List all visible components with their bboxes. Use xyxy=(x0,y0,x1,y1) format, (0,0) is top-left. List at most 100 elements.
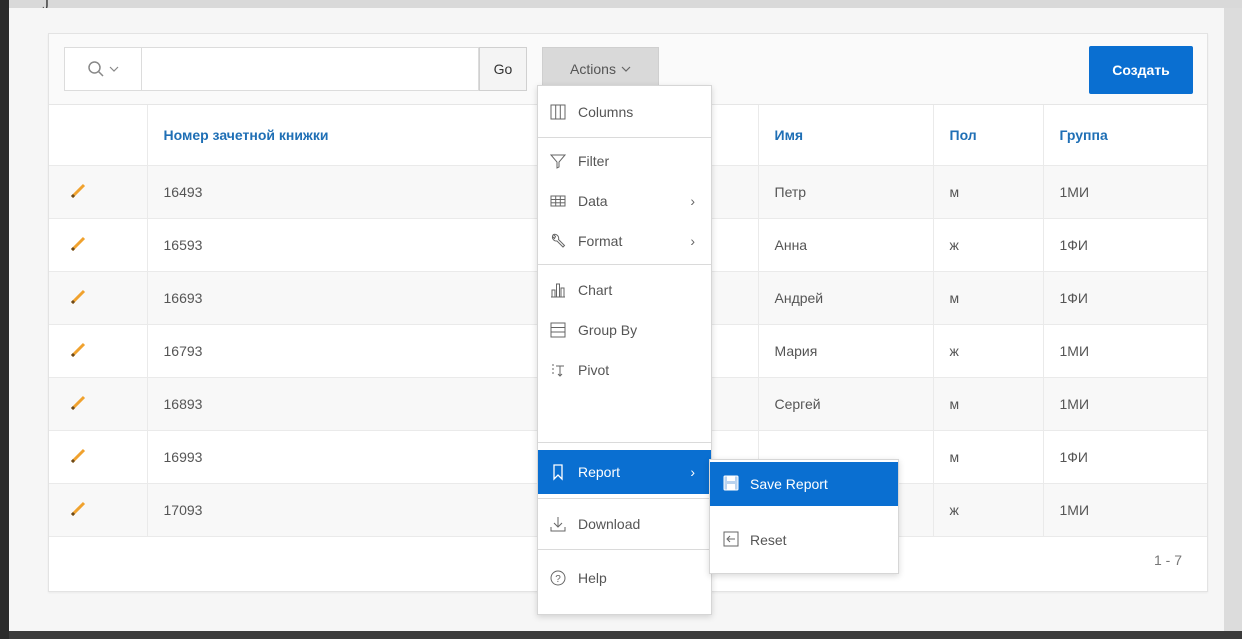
name-cell: Андрей xyxy=(758,271,934,325)
group-cell: 1ФИ xyxy=(1043,218,1207,272)
menu-item-data[interactable]: Data › xyxy=(538,181,711,221)
search-column-selector[interactable] xyxy=(64,47,142,91)
bookmark-icon xyxy=(548,462,568,482)
menu-item-download[interactable]: Download xyxy=(538,504,711,544)
column-header-name[interactable]: Имя xyxy=(758,105,934,166)
group-by-icon xyxy=(548,320,568,340)
go-button[interactable]: Go xyxy=(479,47,527,91)
record-book-cell: 16693 xyxy=(147,271,548,325)
name-cell: Мария xyxy=(758,324,934,378)
submenu-item-label: Save Report xyxy=(750,476,828,492)
menu-item-format[interactable]: Format › xyxy=(538,221,711,261)
menu-divider xyxy=(538,137,711,138)
submenu-item-label: Reset xyxy=(750,532,787,548)
wrench-icon xyxy=(548,231,568,251)
pencil-icon xyxy=(70,395,86,410)
column-header-sex[interactable]: Пол xyxy=(933,105,1044,166)
group-cell: 1ФИ xyxy=(1043,271,1207,325)
menu-divider xyxy=(538,498,711,499)
pencil-icon xyxy=(70,289,86,304)
menu-item-label: Group By xyxy=(578,322,638,338)
window-right-border xyxy=(1224,8,1242,631)
record-book-cell: 16893 xyxy=(147,377,548,431)
column-header-record-book[interactable]: Номер зачетной книжки xyxy=(147,105,548,166)
name-cell: Анна xyxy=(758,218,934,272)
menu-item-chart[interactable]: Chart xyxy=(538,270,711,310)
pencil-icon xyxy=(70,183,86,198)
chevron-right-icon: › xyxy=(690,193,695,209)
column-header-edit xyxy=(49,105,148,166)
report-submenu: Save Report Reset xyxy=(709,459,899,574)
menu-divider xyxy=(538,264,711,265)
group-cell: 1МИ xyxy=(1043,165,1207,219)
download-icon xyxy=(548,514,568,534)
menu-item-label: Pivot xyxy=(578,362,610,378)
menu-item-label: Data xyxy=(578,193,608,209)
group-cell: 1ФИ xyxy=(1043,430,1207,484)
search-icon xyxy=(88,61,104,77)
record-book-cell: 16493 xyxy=(147,165,548,219)
menu-item-label: Columns xyxy=(578,104,634,120)
sex-cell: м xyxy=(933,377,1044,431)
columns-icon xyxy=(548,102,568,122)
menu-item-label: Report xyxy=(578,464,621,480)
menu-item-columns[interactable]: Columns xyxy=(538,92,711,132)
edit-cell[interactable] xyxy=(49,483,148,537)
filter-icon xyxy=(548,151,568,171)
bar-chart-icon xyxy=(548,280,568,300)
edit-cell[interactable] xyxy=(49,324,148,378)
group-cell: 1МИ xyxy=(1043,324,1207,378)
column-header-group[interactable]: Группа xyxy=(1043,105,1207,166)
edit-cell[interactable] xyxy=(49,165,148,219)
record-book-cell: 16993 xyxy=(147,430,548,484)
chevron-down-icon xyxy=(621,66,631,72)
menu-divider xyxy=(538,442,711,443)
pencil-icon xyxy=(70,236,86,251)
name-cell: Петр xyxy=(758,165,934,219)
window-left-border xyxy=(0,0,9,639)
actions-menu: Columns Filter Data › Format › Chart Gro… xyxy=(537,85,712,615)
record-book-cell: 16793 xyxy=(147,324,548,378)
menu-item-reset[interactable]: Reset xyxy=(710,518,898,562)
menu-item-pivot[interactable]: Pivot xyxy=(538,350,711,390)
name-cell: Сергей xyxy=(758,377,934,431)
window-top-border xyxy=(9,0,1242,8)
edit-cell[interactable] xyxy=(49,377,148,431)
pencil-icon xyxy=(70,501,86,516)
data-grid-icon xyxy=(548,191,568,211)
record-book-cell: 16593 xyxy=(147,218,548,272)
pencil-icon xyxy=(70,342,86,357)
menu-item-report[interactable]: Report › xyxy=(538,450,711,494)
menu-item-filter[interactable]: Filter xyxy=(538,141,711,181)
pagination-info: 1 - 7 xyxy=(1153,552,1182,568)
menu-item-label: Help xyxy=(578,570,607,586)
menu-item-group-by[interactable]: Group By xyxy=(538,310,711,350)
group-cell: 1МИ xyxy=(1043,377,1207,431)
sex-cell: м xyxy=(933,271,1044,325)
edit-cell[interactable] xyxy=(49,271,148,325)
create-button[interactable]: Создать xyxy=(1089,46,1193,94)
record-book-cell: 17093 xyxy=(147,483,548,537)
pencil-icon xyxy=(70,448,86,463)
save-icon xyxy=(722,474,740,495)
sex-cell: ж xyxy=(933,483,1044,537)
menu-item-label: Format xyxy=(578,233,623,249)
sex-cell: м xyxy=(933,165,1044,219)
chevron-down-icon xyxy=(109,66,119,72)
edit-cell[interactable] xyxy=(49,218,148,272)
edit-cell[interactable] xyxy=(49,430,148,484)
chevron-right-icon: › xyxy=(690,464,695,480)
sex-cell: ж xyxy=(933,324,1044,378)
pivot-icon xyxy=(548,360,568,380)
menu-item-label: Filter xyxy=(578,153,610,169)
menu-item-save-report[interactable]: Save Report xyxy=(710,462,898,506)
help-icon: ? xyxy=(548,568,568,588)
menu-divider xyxy=(538,549,711,550)
sex-cell: м xyxy=(933,430,1044,484)
reset-icon xyxy=(722,530,740,551)
group-cell: 1МИ xyxy=(1043,483,1207,537)
actions-button-label: Actions xyxy=(570,61,616,77)
menu-item-help[interactable]: ? Help xyxy=(538,558,711,598)
search-input[interactable] xyxy=(142,47,479,91)
chevron-right-icon: › xyxy=(690,233,695,249)
